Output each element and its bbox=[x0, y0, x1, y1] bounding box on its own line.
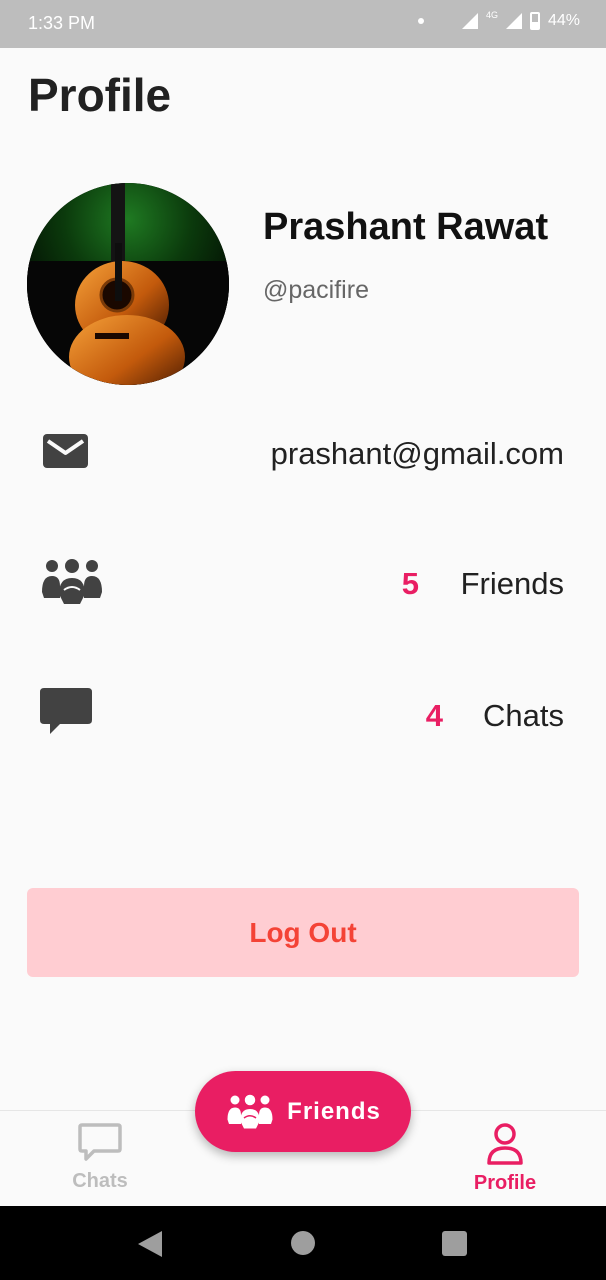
group-icon bbox=[40, 558, 104, 611]
nav-item-profile[interactable]: Profile bbox=[445, 1123, 565, 1195]
status-indicators: 4G 44% bbox=[417, 10, 580, 30]
profile-name: Prashant Rawat bbox=[263, 206, 549, 248]
status-bar: 1:33 PM 4G 44% bbox=[0, 0, 606, 48]
email-icon bbox=[43, 432, 88, 475]
friends-fab-button[interactable]: Friends bbox=[195, 1071, 411, 1152]
friends-label: Friends bbox=[460, 566, 564, 601]
chats-label: Chats bbox=[483, 698, 564, 733]
logout-label: Log Out bbox=[249, 916, 357, 948]
email-row: prashant@gmail.com bbox=[0, 428, 606, 488]
nav-item-chats[interactable]: Chats bbox=[40, 1123, 160, 1193]
nav-label-chats: Chats bbox=[72, 1170, 128, 1192]
chats-count: 4 bbox=[425, 698, 443, 733]
profile-handle: @pacifire bbox=[263, 276, 369, 304]
cell-signal-icon bbox=[505, 13, 522, 29]
person-icon bbox=[487, 1123, 523, 1165]
recent-apps-icon[interactable] bbox=[442, 1231, 467, 1256]
home-icon[interactable] bbox=[291, 1231, 315, 1255]
avatar bbox=[27, 183, 229, 385]
email-text: prashant@gmail.com bbox=[270, 436, 564, 471]
friends-count: 5 bbox=[401, 566, 419, 601]
group-icon bbox=[227, 1094, 273, 1128]
chat-bubble-icon bbox=[78, 1123, 122, 1161]
notification-dot-icon bbox=[417, 18, 424, 24]
wifi-signal-icon bbox=[461, 13, 478, 29]
nav-label-profile: Profile bbox=[473, 1172, 537, 1194]
status-time: 1:33 PM bbox=[28, 13, 96, 33]
battery-icon bbox=[529, 12, 540, 30]
chat-bubble-icon bbox=[40, 688, 92, 745]
logout-button[interactable]: Log Out bbox=[27, 888, 579, 977]
system-nav-bar bbox=[0, 1206, 606, 1280]
network-type: 4G bbox=[485, 10, 498, 20]
fab-label: Friends bbox=[287, 1097, 381, 1125]
back-icon[interactable] bbox=[138, 1231, 162, 1257]
guitar-photo bbox=[27, 183, 229, 385]
friends-row: 5 Friends bbox=[0, 556, 606, 616]
chats-row: 4 Chats bbox=[0, 686, 606, 746]
page-title: Profile bbox=[28, 69, 172, 121]
battery-percent: 44% bbox=[547, 12, 580, 29]
